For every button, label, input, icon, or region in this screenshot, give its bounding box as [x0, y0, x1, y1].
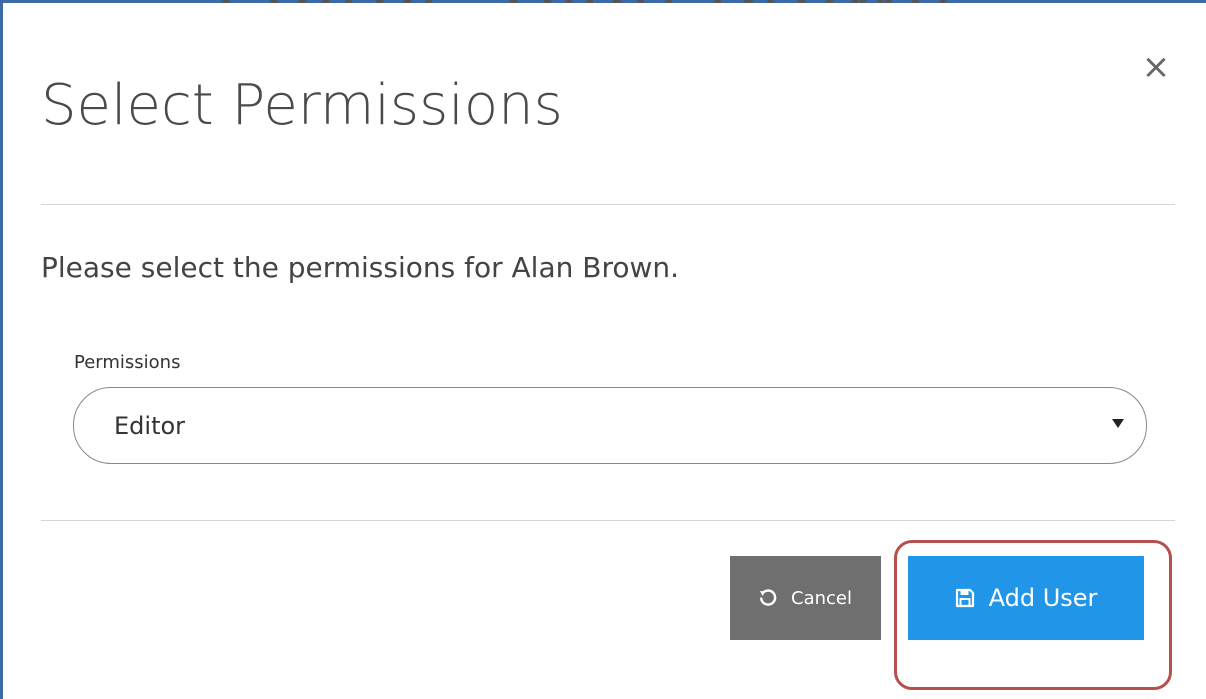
- footer-divider: [41, 520, 1175, 521]
- undo-icon: [759, 589, 777, 607]
- permissions-select[interactable]: Editor: [73, 387, 1147, 464]
- permissions-selected-value: Editor: [114, 411, 186, 440]
- cancel-button-label: Cancel: [791, 587, 852, 609]
- permissions-dialog: × Select Permissions Please select the p…: [3, 3, 1206, 699]
- cancel-button[interactable]: Cancel: [730, 556, 881, 640]
- dialog-message: Please select the permissions for Alan B…: [41, 251, 680, 284]
- add-user-button-label: Add User: [988, 584, 1098, 612]
- add-user-button[interactable]: Add User: [908, 556, 1144, 640]
- save-icon: [955, 588, 975, 608]
- permissions-label: Permissions: [74, 352, 181, 373]
- close-button[interactable]: ×: [1136, 47, 1176, 87]
- caret-down-icon: [1112, 419, 1124, 428]
- dialog-title: Select Permissions: [41, 73, 563, 138]
- close-icon: ×: [1141, 47, 1171, 87]
- header-divider: [41, 204, 1175, 205]
